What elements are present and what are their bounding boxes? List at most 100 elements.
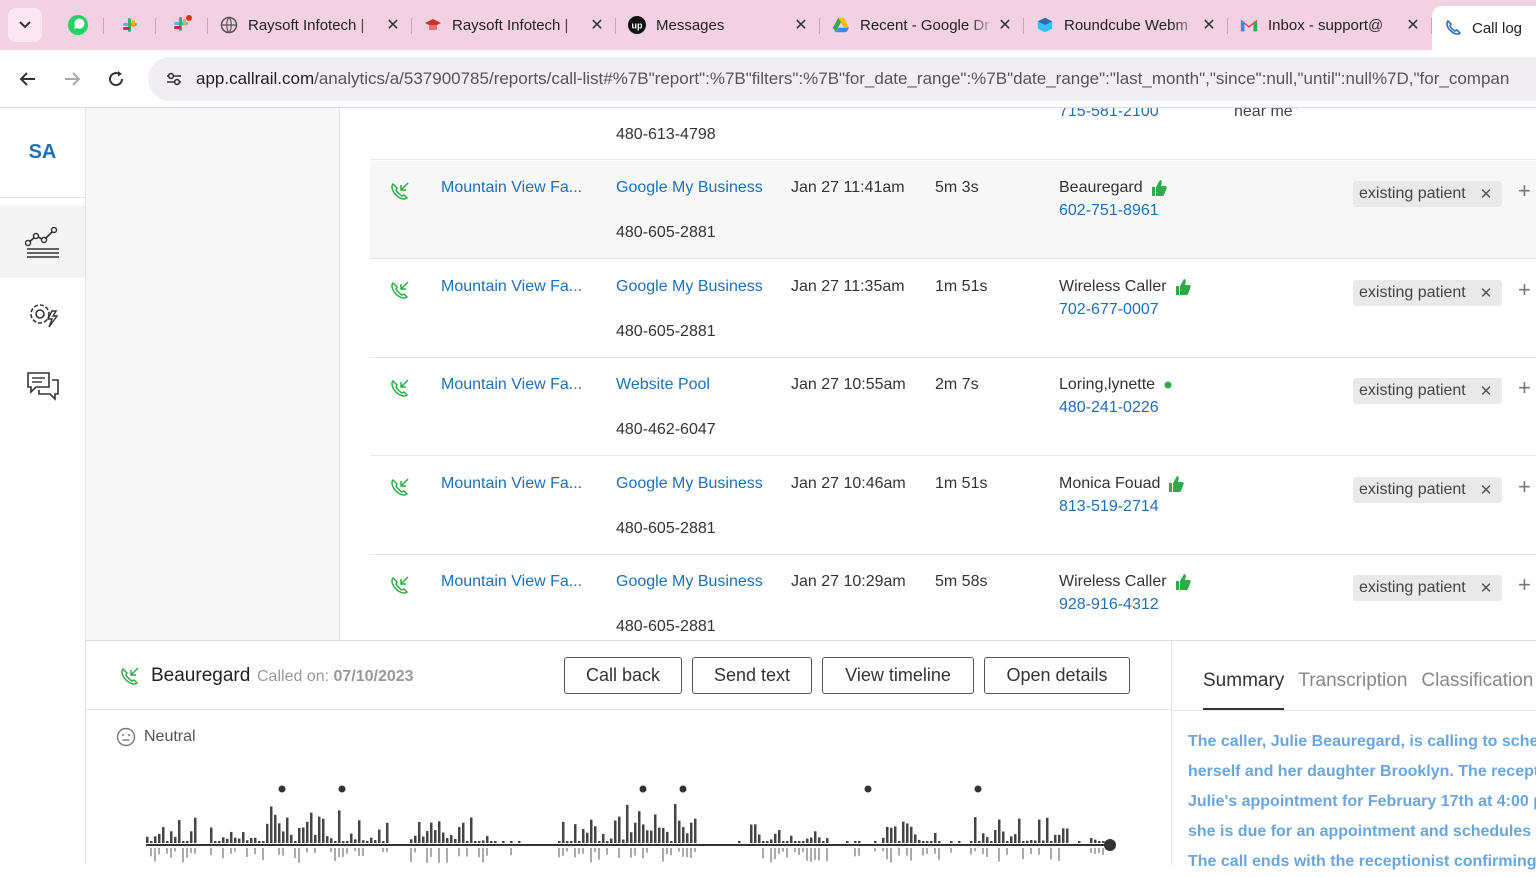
- pinned-tab-whatsapp[interactable]: [52, 8, 104, 42]
- tab-classification[interactable]: Classification: [1421, 670, 1533, 710]
- waveform-bar: [686, 848, 688, 858]
- caller-name: Loring,lynette: [1059, 376, 1156, 393]
- add-tag-icon[interactable]: +: [1518, 178, 1531, 204]
- company-link[interactable]: Mountain View Fa...: [441, 475, 591, 493]
- source-link[interactable]: Google My Business: [616, 179, 763, 197]
- view-timeline-button[interactable]: View timeline: [822, 657, 974, 694]
- caller-name: Wireless Caller: [1059, 573, 1167, 590]
- forward-button[interactable]: [50, 57, 94, 101]
- tag-label: existing patient: [1359, 283, 1466, 301]
- company-link[interactable]: Mountain View Fa...: [441, 278, 591, 296]
- tab-transcription[interactable]: Transcription: [1298, 670, 1407, 710]
- pinned-tab-slack-1[interactable]: [104, 8, 156, 42]
- company-link[interactable]: Mountain View Fa...: [441, 573, 591, 591]
- caller-phone-link[interactable]: 602-751-8961: [1059, 202, 1159, 220]
- waveform-bar: [610, 838, 613, 843]
- caller-phone-link[interactable]: 480-241-0226: [1059, 399, 1159, 417]
- waveform-bar: [562, 848, 564, 856]
- waveform-bar: [454, 839, 457, 843]
- graduation-cap-icon: [424, 16, 442, 34]
- source-link[interactable]: Google My Business: [616, 475, 763, 493]
- caller-phone-link[interactable]: 928-916-4312: [1059, 596, 1159, 614]
- tab-messages[interactable]: up Messages ✕: [616, 8, 820, 42]
- source-link[interactable]: Google My Business: [616, 278, 763, 296]
- waveform-bar: [606, 841, 609, 843]
- caller-phone-link[interactable]: 813-519-2714: [1059, 498, 1159, 516]
- waveform-bar: [934, 848, 936, 854]
- waveform-bar: [438, 848, 440, 863]
- site-info-icon[interactable]: [160, 65, 188, 93]
- analytics-nav-item[interactable]: [0, 206, 85, 278]
- waveform-bar: [478, 848, 480, 858]
- open-details-button[interactable]: Open details: [984, 657, 1130, 694]
- close-tab-icon[interactable]: ✕: [996, 15, 1014, 35]
- send-text-button[interactable]: Send text: [692, 657, 812, 694]
- table-row[interactable]: Mountain View Fa... Google My Business 480…: [370, 161, 1536, 259]
- tab-title: Recent - Google Dr: [860, 16, 990, 34]
- waveform-bar: [638, 811, 641, 843]
- tab-raysoft-2[interactable]: Raysoft Infotech | ✕: [412, 8, 616, 42]
- waveform-bar: [1022, 848, 1024, 860]
- table-row[interactable]: Mountain View Fa... Google My Business 480…: [370, 555, 1536, 640]
- pinned-tab-slack-2[interactable]: [156, 8, 208, 42]
- add-tag-icon[interactable]: +: [1518, 375, 1531, 401]
- tab-title: Raysoft Infotech |: [248, 16, 365, 34]
- company-link[interactable]: Mountain View Fa...: [441, 376, 591, 394]
- close-tab-icon[interactable]: ✕: [1404, 15, 1422, 35]
- caller-phone-link[interactable]: 702-677-0007: [1059, 301, 1159, 319]
- table-row[interactable]: Mountain View Fa... Google My Business 480…: [370, 457, 1536, 555]
- tab-call-log[interactable]: Call log: [1432, 6, 1536, 50]
- tab-summary[interactable]: Summary: [1203, 670, 1285, 710]
- account-initials[interactable]: SA: [0, 108, 85, 198]
- tab-google-drive[interactable]: Recent - Google Dr ✕: [820, 8, 1024, 42]
- call-audio-waveform[interactable]: [138, 781, 1138, 865]
- caller-name: Beauregard: [1059, 179, 1143, 196]
- close-tab-icon[interactable]: ✕: [1200, 15, 1218, 35]
- company-link[interactable]: Mountain View Fa...: [441, 179, 591, 197]
- remove-tag-icon[interactable]: ✕: [1480, 481, 1493, 499]
- waveform-bar: [690, 822, 693, 843]
- remove-tag-icon[interactable]: ✕: [1480, 579, 1493, 597]
- waveform-bar: [170, 848, 172, 858]
- waveform-bar: [362, 840, 365, 843]
- call-back-button[interactable]: Call back: [564, 657, 682, 694]
- waveform-bar: [614, 820, 617, 843]
- waveform-bar: [938, 841, 941, 843]
- reload-button[interactable]: [94, 57, 138, 101]
- settings-nav-item[interactable]: [0, 278, 85, 350]
- add-tag-icon[interactable]: +: [1518, 277, 1531, 303]
- close-tab-icon[interactable]: ✕: [588, 15, 606, 35]
- waveform-bar: [358, 848, 360, 856]
- tab-raysoft-1[interactable]: Raysoft Infotech | ✕: [208, 8, 412, 42]
- tag-label: existing patient: [1359, 579, 1466, 596]
- source-link[interactable]: Website Pool: [616, 376, 710, 394]
- waveform-bar: [874, 841, 877, 843]
- tab-roundcube[interactable]: Roundcube Webm ✕: [1024, 8, 1228, 42]
- add-tag-icon[interactable]: +: [1518, 474, 1531, 500]
- back-button[interactable]: [6, 57, 50, 101]
- table-row[interactable]: 480-613-4798 715-581-2100 near me": [370, 108, 1536, 160]
- waveform-bar: [858, 841, 861, 843]
- source-link[interactable]: Google My Business: [616, 573, 763, 591]
- playhead-handle: [1104, 839, 1116, 851]
- waveform-bar: [462, 822, 465, 843]
- waveform-bar: [1098, 848, 1100, 854]
- remove-tag-icon[interactable]: ✕: [1480, 382, 1493, 400]
- call-duration: 2m 7s: [935, 376, 979, 393]
- tab-gmail[interactable]: Inbox - support@ ✕: [1228, 8, 1432, 42]
- caller-phone-link[interactable]: 715-581-2100: [1059, 108, 1159, 121]
- remove-tag-icon[interactable]: ✕: [1480, 185, 1493, 203]
- waveform-bar: [442, 832, 445, 843]
- close-tab-icon[interactable]: ✕: [792, 15, 810, 35]
- table-row[interactable]: Mountain View Fa... Website Pool 480-462-6…: [370, 358, 1536, 456]
- close-tab-icon[interactable]: ✕: [384, 15, 402, 35]
- table-row[interactable]: Mountain View Fa... Google My Business 480…: [370, 260, 1536, 358]
- remove-tag-icon[interactable]: ✕: [1480, 284, 1493, 302]
- address-bar[interactable]: app.callrail.com/analytics/a/537900785/r…: [148, 56, 1536, 101]
- waveform-bar: [162, 827, 165, 843]
- messages-nav-item[interactable]: [0, 350, 85, 422]
- waveform-bar: [350, 833, 353, 843]
- tracking-number: 480-462-6047: [616, 421, 716, 438]
- tab-search-button[interactable]: [8, 8, 42, 42]
- add-tag-icon[interactable]: +: [1518, 572, 1531, 598]
